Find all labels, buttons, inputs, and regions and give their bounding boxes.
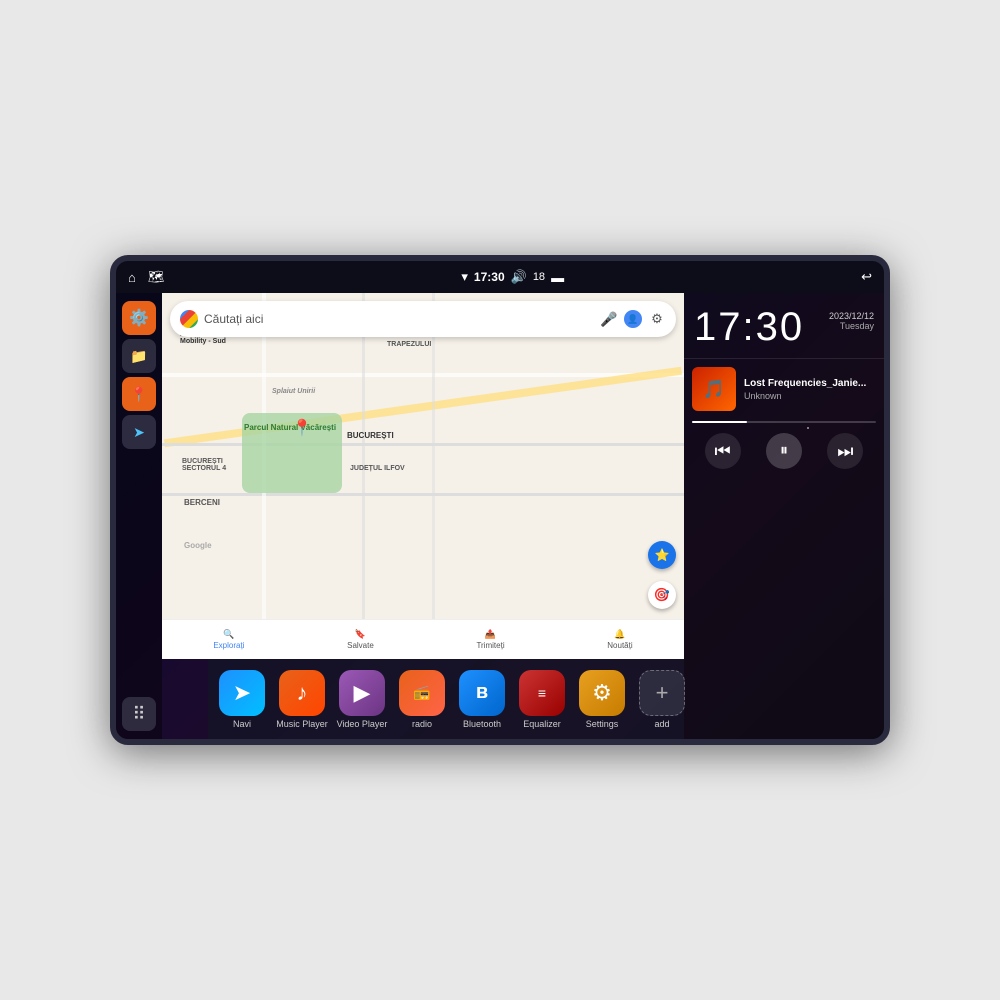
map-nav-news[interactable]: 🔔 Noutăți (607, 629, 632, 650)
sidebar-item-navigation[interactable]: ➤ (122, 415, 156, 449)
map-label-parc: Parcul Natural Văcărești (244, 423, 336, 432)
app-radio-label: radio (412, 719, 432, 729)
main-content: ⚙️ 📁 📍 ➤ ⠿ (116, 293, 884, 739)
app-add[interactable]: + add (632, 670, 692, 729)
map-background: AXIS PremiumMobility - Sud Pizza & Baker… (162, 293, 684, 659)
music-controls: ⏮ ⏸ ⏭ (692, 433, 876, 469)
app-video[interactable]: ▶ Video Player (332, 670, 392, 729)
map-label-google: Google (184, 541, 212, 550)
app-settings-label: Settings (586, 719, 619, 729)
back-icon[interactable]: ↩ (861, 269, 872, 285)
music-info: 🎵 Lost Frequencies_Janie... Unknown (692, 367, 876, 411)
wifi-icon: ▾ (461, 269, 468, 285)
sidebar-item-files[interactable]: 📁 (122, 339, 156, 373)
equalizer-icon: ≡ (519, 670, 565, 716)
map-icon[interactable]: 🗺 (148, 269, 165, 285)
music-title: Lost Frequencies_Janie... (744, 378, 876, 389)
home-icon[interactable]: ⌂ (128, 270, 136, 285)
music-artist: Unknown (744, 391, 876, 401)
bluetooth-icon: ʙ (459, 670, 505, 716)
map-nav-send[interactable]: 📤 Trimiteți (476, 629, 504, 650)
sidebar-item-apps[interactable]: ⠿ (122, 697, 156, 731)
map-star-button[interactable]: ⭐ (648, 541, 676, 569)
map-area: AXIS PremiumMobility - Sud Pizza & Baker… (162, 293, 684, 739)
app-eq-label: Equalizer (523, 719, 561, 729)
video-icon: ▶ (339, 670, 385, 716)
battery-icon: ▬ (551, 270, 564, 285)
map-label-berceni: BERCENI (184, 498, 220, 507)
clock-section: 17:30 2023/12/12 Tuesday (684, 293, 884, 359)
search-placeholder-text: Căutați aici (204, 312, 594, 326)
pause-button[interactable]: ⏸ (766, 433, 802, 469)
map-location-button[interactable]: 🎯 (648, 581, 676, 609)
clock-weekday: Tuesday (829, 321, 874, 331)
app-bar: ➤ Navi ♪ Music Player ▶ Video Player 📻 r… (208, 659, 684, 739)
status-bar: ⌂ 🗺 ▾ 17:30 🔊 18 ▬ ↩ (116, 261, 884, 293)
device-frame: ⌂ 🗺 ▾ 17:30 🔊 18 ▬ ↩ ⚙️ 📁 � (110, 255, 890, 745)
map-label-trap: TRAPEZULUI (387, 341, 431, 348)
right-panel: 17:30 2023/12/12 Tuesday 🎵 Lost Frequenc… (684, 293, 884, 739)
map-nav-bar: 🔍 Explorați 🔖 Salvate 📤 Trimiteți 🔔 Nout… (162, 619, 684, 659)
app-equalizer[interactable]: ≡ Equalizer (512, 670, 572, 729)
clock-time: 17:30 (694, 305, 804, 350)
album-art-inner: 🎵 (692, 367, 736, 411)
map-nav-saved[interactable]: 🔖 Salvate (347, 629, 374, 650)
sidebar: ⚙️ 📁 📍 ➤ ⠿ (116, 293, 162, 739)
album-art: 🎵 (692, 367, 736, 411)
battery-level: 18 (533, 271, 545, 283)
app-bluetooth[interactable]: ʙ Bluetooth (452, 670, 512, 729)
music-icon: ♪ (279, 670, 325, 716)
radio-icon: 📻 (399, 670, 445, 716)
account-icon[interactable]: 👤 (624, 310, 642, 328)
app-video-label: Video Player (337, 719, 388, 729)
navi-icon: ➤ (219, 670, 265, 716)
map-label-splai: Splaiut Unirii (272, 388, 315, 395)
google-logo (180, 310, 198, 328)
progress-bar[interactable] (692, 421, 876, 423)
add-icon: + (639, 670, 685, 716)
settings-gear-icon[interactable]: ⚙ (648, 310, 666, 328)
progress-fill (692, 421, 747, 423)
app-navi[interactable]: ➤ Navi (212, 670, 272, 729)
music-meta: Lost Frequencies_Janie... Unknown (744, 378, 876, 401)
mic-icon[interactable]: 🎤 (600, 310, 618, 328)
volume-icon: 🔊 (511, 269, 527, 285)
app-settings[interactable]: ⚙ Settings (572, 670, 632, 729)
app-radio[interactable]: 📻 radio (392, 670, 452, 729)
app-music[interactable]: ♪ Music Player (272, 670, 332, 729)
app-navi-label: Navi (233, 719, 251, 729)
map-search-bar[interactable]: Căutați aici 🎤 👤 ⚙ (170, 301, 676, 337)
settings-icon: ⚙ (579, 670, 625, 716)
map-pin-parc: 📍 (292, 418, 312, 438)
map-container[interactable]: AXIS PremiumMobility - Sud Pizza & Baker… (162, 293, 684, 659)
sidebar-item-location[interactable]: 📍 (122, 377, 156, 411)
status-time: 17:30 (474, 270, 505, 284)
map-label-buc: BUCUREȘTI (347, 431, 394, 440)
map-nav-explore[interactable]: 🔍 Explorați (213, 629, 244, 650)
prev-button[interactable]: ⏮ (705, 433, 741, 469)
map-label-sect4: BUCUREȘTISECTORUL 4 (182, 458, 226, 472)
app-bt-label: Bluetooth (463, 719, 501, 729)
clock-date: 2023/12/12 (829, 311, 874, 321)
sidebar-item-settings[interactable]: ⚙️ (122, 301, 156, 335)
music-section: 🎵 Lost Frequencies_Janie... Unknown ⏮ ⏸ … (684, 359, 884, 739)
next-button[interactable]: ⏭ (827, 433, 863, 469)
app-music-label: Music Player (276, 719, 328, 729)
app-add-label: add (654, 719, 669, 729)
map-label-ilfov: JUDEȚUL ILFOV (350, 465, 405, 472)
